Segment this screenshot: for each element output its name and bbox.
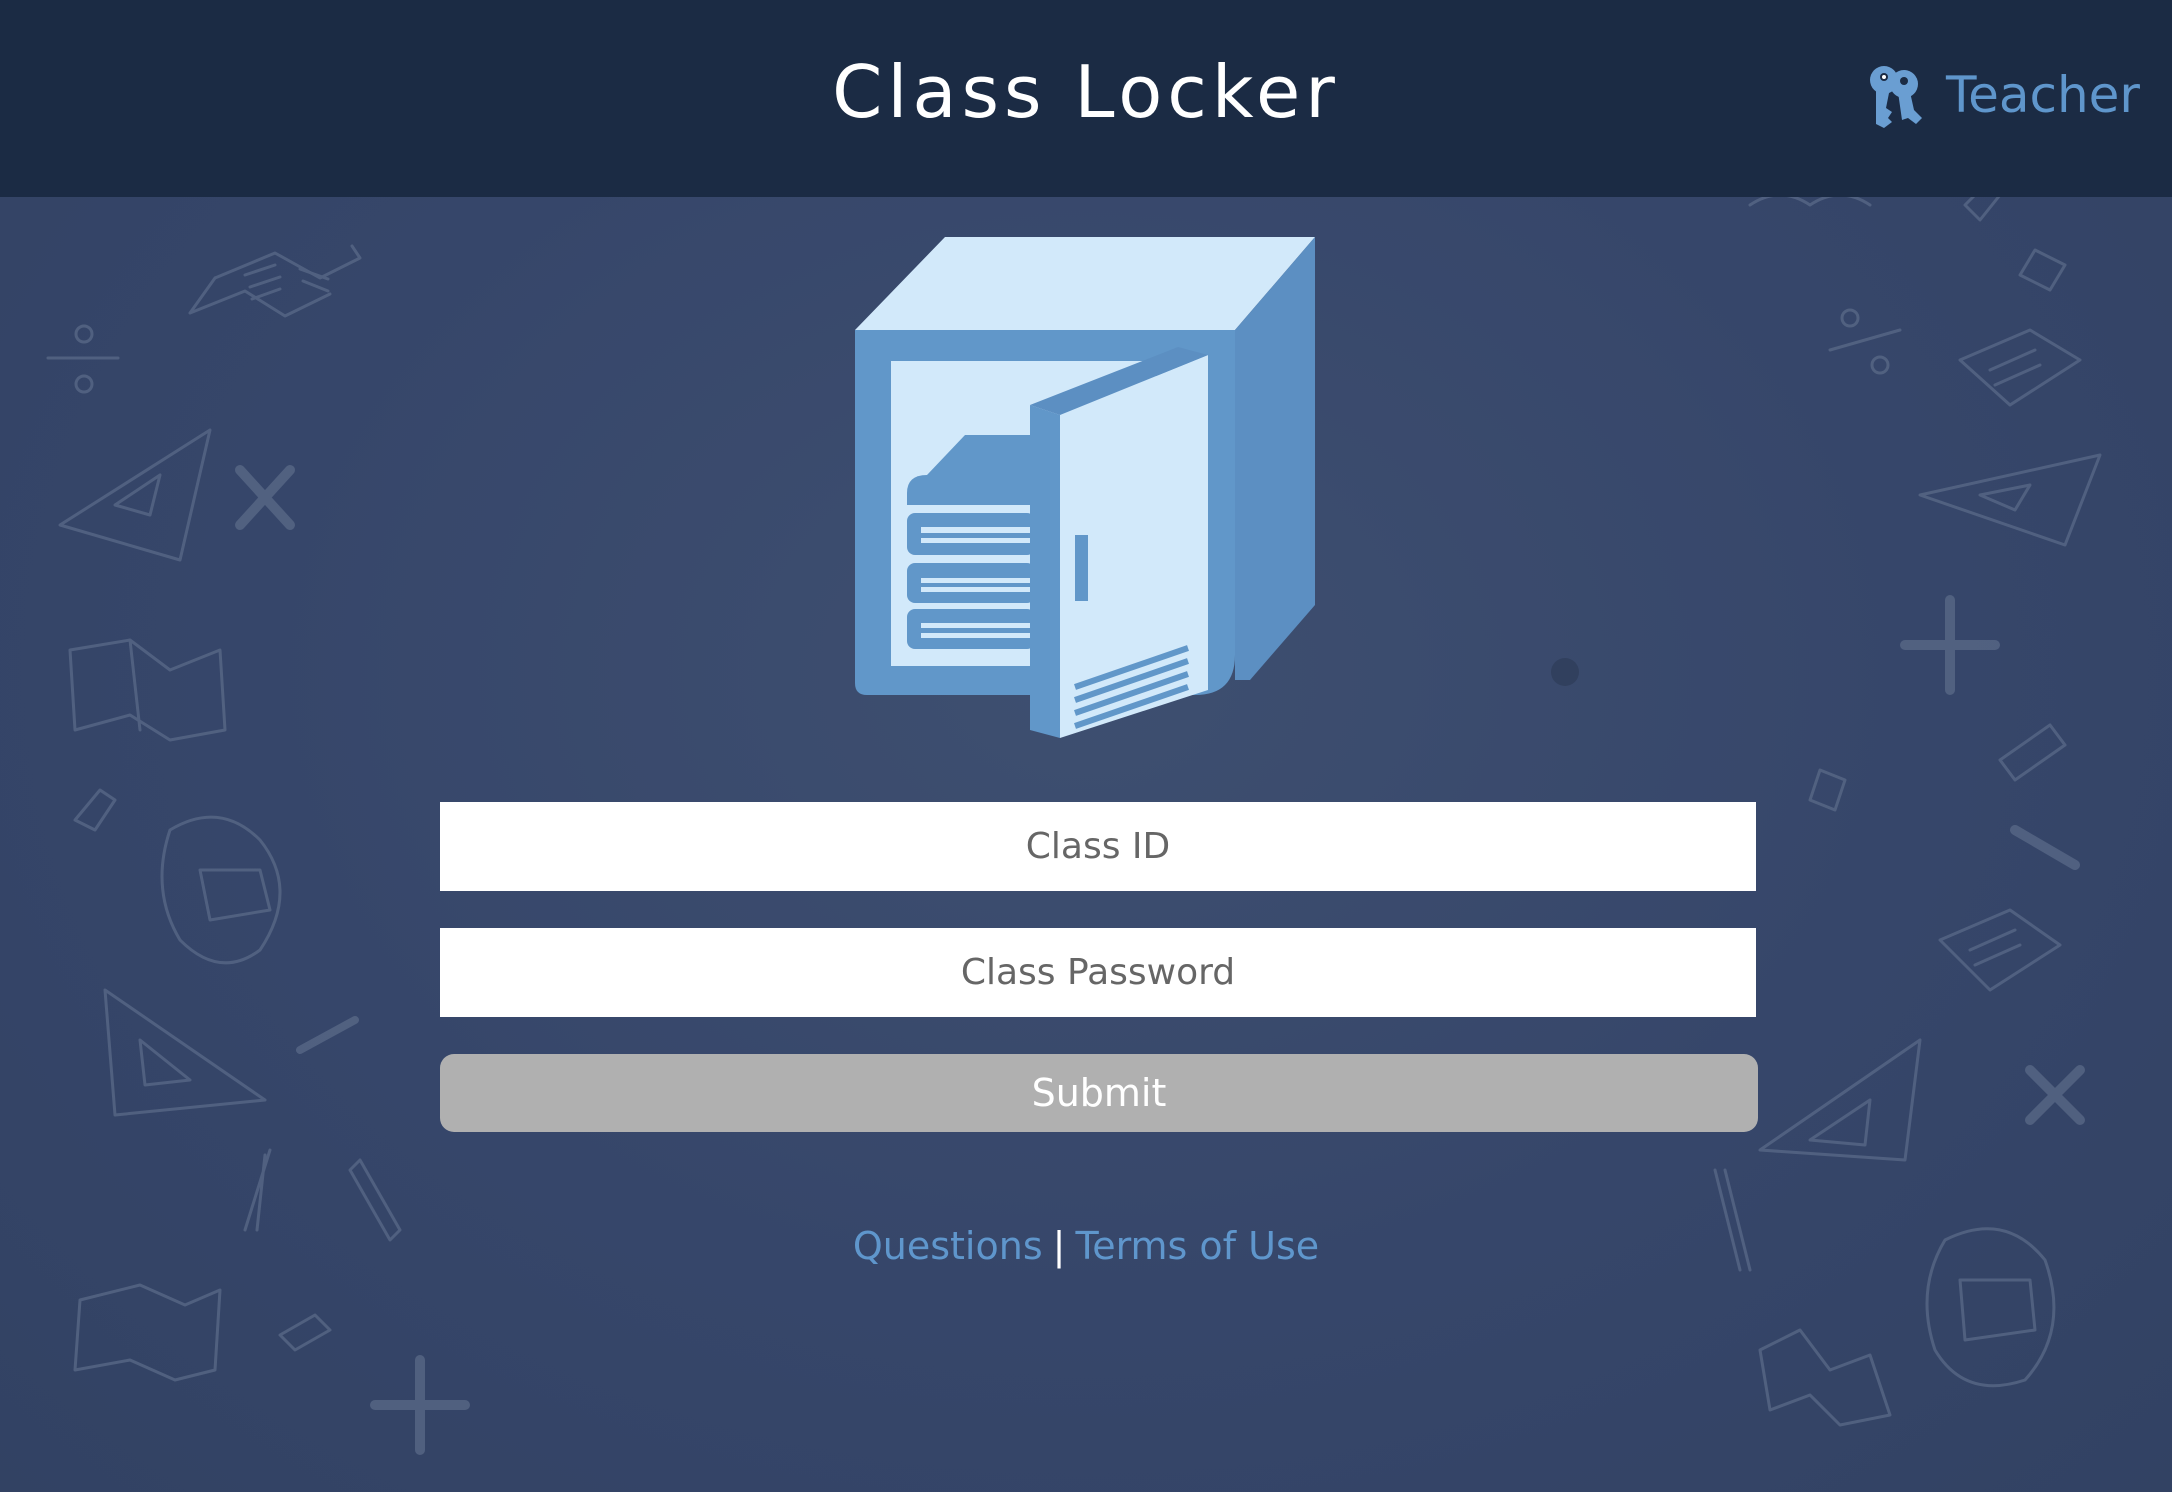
- class-password-input[interactable]: [440, 928, 1756, 1017]
- locker-with-books-icon: [855, 235, 1315, 740]
- footer-links: Questions | Terms of Use: [0, 1224, 2172, 1268]
- keys-icon: [1862, 62, 1930, 128]
- terms-of-use-link[interactable]: Terms of Use: [1075, 1224, 1319, 1268]
- top-bar: Class Locker Teacher: [0, 0, 2172, 197]
- class-id-input[interactable]: [440, 802, 1756, 891]
- questions-link[interactable]: Questions: [853, 1224, 1043, 1268]
- teacher-label: Teacher: [1946, 66, 2140, 124]
- chalkboard-doodles: [46, 183, 2102, 1455]
- submit-button[interactable]: Submit: [440, 1054, 1758, 1132]
- footer-separator: |: [1052, 1224, 1066, 1268]
- teacher-link[interactable]: Teacher: [1862, 62, 2140, 128]
- app-title: Class Locker: [832, 50, 1340, 134]
